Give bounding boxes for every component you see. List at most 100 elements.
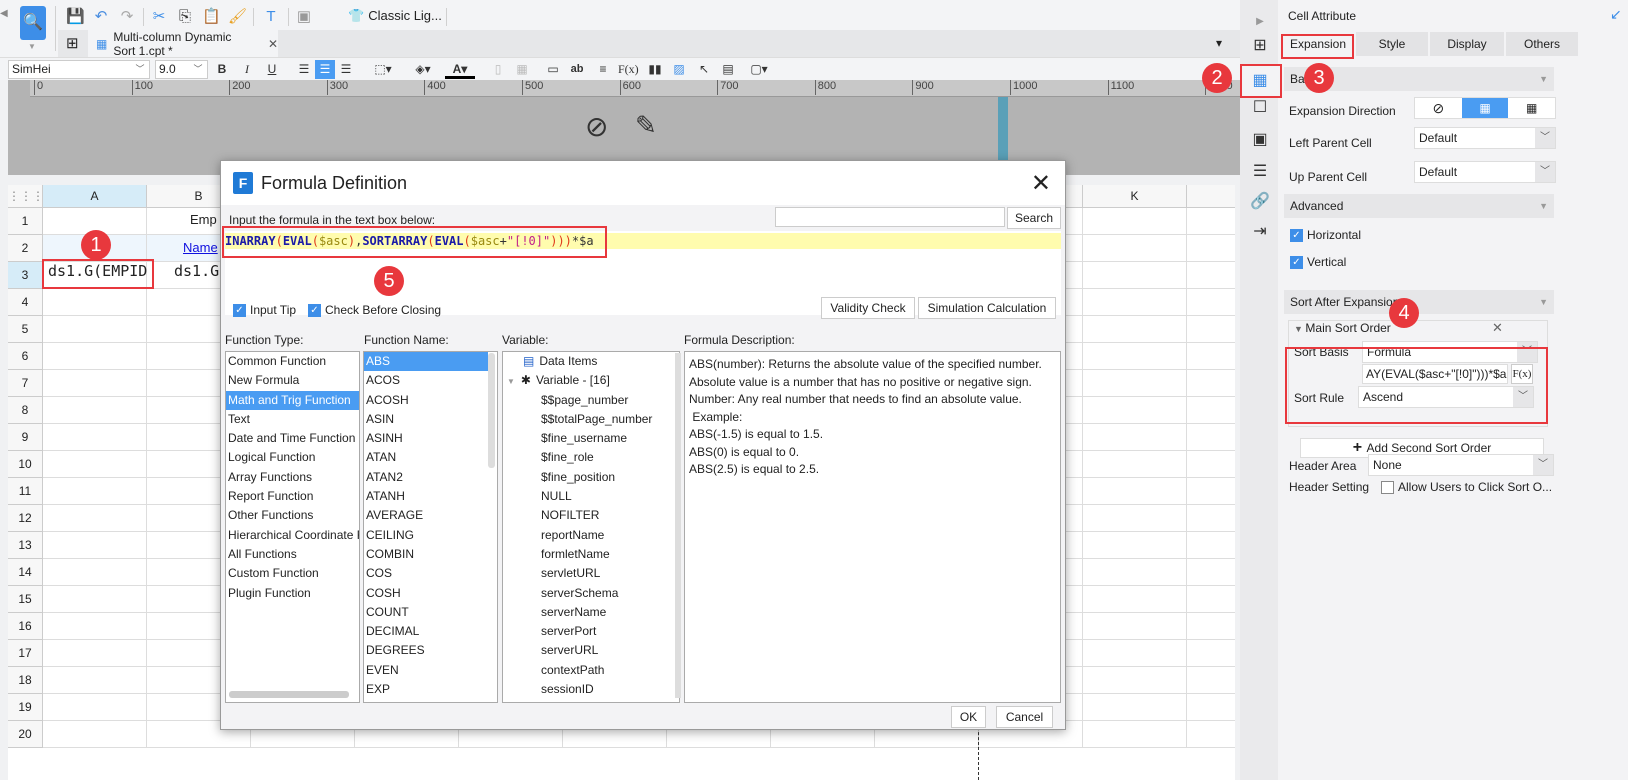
grid-cell[interactable] (1083, 370, 1187, 397)
close-tab-icon[interactable]: ✕ (268, 37, 278, 51)
variable-item[interactable]: $fine_role (503, 448, 679, 467)
preview-dropdown-icon[interactable]: ▼ (28, 42, 36, 51)
grid-cell[interactable] (1083, 640, 1187, 667)
variable-group-node[interactable]: ▼ ✱ Variable - [16] (503, 371, 679, 390)
function-type-item[interactable]: Plugin Function (226, 584, 359, 603)
variable-item[interactable]: $$totalPage_number (503, 410, 679, 429)
up-parent-cell-select[interactable]: Default ﹀ (1414, 161, 1556, 183)
variable-item[interactable]: servletURL (503, 564, 679, 583)
widget-settings-icon[interactable]: ⊞ (1250, 36, 1270, 56)
function-type-item[interactable]: Date and Time Function (226, 429, 359, 448)
function-name-item[interactable]: DECIMAL (364, 622, 488, 641)
dock-arrow-icon[interactable]: ↙ (1610, 6, 1622, 23)
function-type-item[interactable]: Other Functions (226, 506, 359, 525)
function-name-list[interactable]: ABS ACOS ACOSH ASIN ASINH ATAN ATAN2 ATANH AVERA… (363, 351, 498, 703)
function-name-item[interactable]: COS (364, 564, 488, 583)
tab-display[interactable]: Display (1430, 32, 1504, 56)
function-name-item[interactable]: EXP (364, 680, 488, 699)
close-icon[interactable]: ✕ (1031, 169, 1051, 198)
grid-cell[interactable] (1083, 505, 1187, 532)
function-name-item[interactable]: ASINH (364, 429, 488, 448)
remove-sort-icon[interactable]: ✕ (1492, 320, 1503, 336)
function-name-item[interactable]: COUNT (364, 603, 488, 622)
redo-icon[interactable]: ↷ (118, 8, 136, 26)
column-header[interactable] (1187, 185, 1235, 208)
grid-cell[interactable] (1187, 613, 1235, 640)
grid-cell[interactable] (1187, 667, 1235, 694)
row-header[interactable]: 4 (8, 289, 43, 316)
row-header[interactable]: 15 (8, 586, 43, 613)
row-header[interactable]: 8 (8, 397, 43, 424)
grid-cell[interactable] (1187, 316, 1235, 343)
row-header[interactable]: 1 (8, 208, 43, 235)
horizontal-expansion-icon[interactable]: ▦ (1508, 98, 1555, 118)
main-sort-order-header[interactable]: ▼ Main Sort Order (1294, 321, 1391, 335)
grid-cell[interactable] (1187, 289, 1235, 316)
insert-formula-icon[interactable]: F(x) (618, 60, 639, 79)
row-header[interactable]: 19 (8, 694, 43, 721)
function-type-item[interactable]: All Functions (226, 545, 359, 564)
grid-cell[interactable] (43, 451, 147, 478)
save-icon[interactable]: 💾 (66, 8, 85, 26)
grid-cell[interactable] (1187, 208, 1235, 235)
align-right-icon[interactable]: ☰ (336, 60, 356, 79)
grid-cell[interactable] (1187, 721, 1235, 748)
function-name-item[interactable]: ATANH (364, 487, 488, 506)
insert-image-icon[interactable]: ▨ (669, 60, 689, 79)
search-button[interactable]: Search (1007, 207, 1061, 229)
collapse-left-icon[interactable]: ◀ (0, 8, 8, 19)
function-type-item[interactable]: New Formula (226, 371, 359, 390)
grid-cell[interactable] (1187, 451, 1235, 478)
variable-item[interactable]: $$page_number (503, 391, 679, 410)
align-left-icon[interactable]: ☰ (294, 60, 314, 79)
dataset-parameters-node[interactable]: ⊡ Dataset Parameters (503, 699, 679, 702)
cell-b1[interactable]: Emp (190, 212, 217, 227)
input-tip-checkbox[interactable]: ✓ Input Tip (233, 303, 296, 318)
row-header[interactable]: 2 (8, 235, 43, 262)
document-tab[interactable]: ▦ Multi-column Dynamic Sort 1.cpt * ✕ (88, 30, 278, 58)
grid-cell[interactable] (1187, 694, 1235, 721)
function-name-item[interactable]: CEILING (364, 526, 488, 545)
vertical-scrollbar[interactable] (675, 353, 681, 698)
grid-cell[interactable] (1083, 424, 1187, 451)
grid-cell[interactable] (1083, 613, 1187, 640)
vertical-expansion-icon[interactable]: ▦ (1461, 98, 1509, 118)
grid-cell[interactable] (1187, 397, 1235, 424)
row-header[interactable]: 10 (8, 451, 43, 478)
variable-item[interactable]: serverSchema (503, 584, 679, 603)
grid-cell[interactable] (1187, 235, 1235, 262)
function-type-item[interactable]: Common Function (226, 352, 359, 371)
grid-cell[interactable] (43, 694, 147, 721)
row-header[interactable]: 6 (8, 343, 43, 370)
insert-subreport-icon[interactable]: ▤ (718, 60, 738, 79)
function-type-item[interactable]: Custom Function (226, 564, 359, 583)
grid-cell[interactable] (1083, 721, 1187, 748)
variable-item[interactable]: sessionID (503, 680, 679, 699)
row-header[interactable]: 3 (8, 262, 43, 289)
no-expansion-icon[interactable]: ⊘ (1415, 98, 1462, 118)
grid-cell[interactable] (1187, 640, 1235, 667)
grid-cell[interactable] (43, 370, 147, 397)
underline-button[interactable]: U (262, 60, 282, 79)
header-area-select[interactable]: None ﹀ (1368, 454, 1554, 476)
row-header[interactable]: 16 (8, 613, 43, 640)
row-header[interactable]: 5 (8, 316, 43, 343)
insert-slash-icon[interactable]: ↖ (694, 60, 714, 79)
hyperlink-icon[interactable]: 🔗 (1250, 192, 1270, 212)
grid-cell[interactable] (1187, 424, 1235, 451)
horizontal-checkbox[interactable]: ✓ Horizontal (1290, 228, 1361, 243)
select-all-corner[interactable]: ⋮⋮⋮ (8, 185, 44, 208)
grid-cell[interactable] (1083, 478, 1187, 505)
grid-cell[interactable] (1187, 370, 1235, 397)
grid-cell[interactable] (1083, 262, 1187, 289)
theme-button[interactable]: 👕 Classic Lig... (348, 8, 442, 24)
row-header[interactable]: 9 (8, 424, 43, 451)
widget-icon[interactable]: ▣ (1250, 130, 1270, 150)
grid-cell[interactable] (43, 505, 147, 532)
edit-pencil-icon[interactable]: ✎ (635, 110, 657, 141)
template-preview-icon[interactable]: 🔍 (20, 6, 46, 40)
grid-cell[interactable] (43, 397, 147, 424)
variable-item[interactable]: NOFILTER (503, 506, 679, 525)
grid-cell[interactable] (1083, 208, 1187, 235)
grid-cell[interactable] (1083, 316, 1187, 343)
